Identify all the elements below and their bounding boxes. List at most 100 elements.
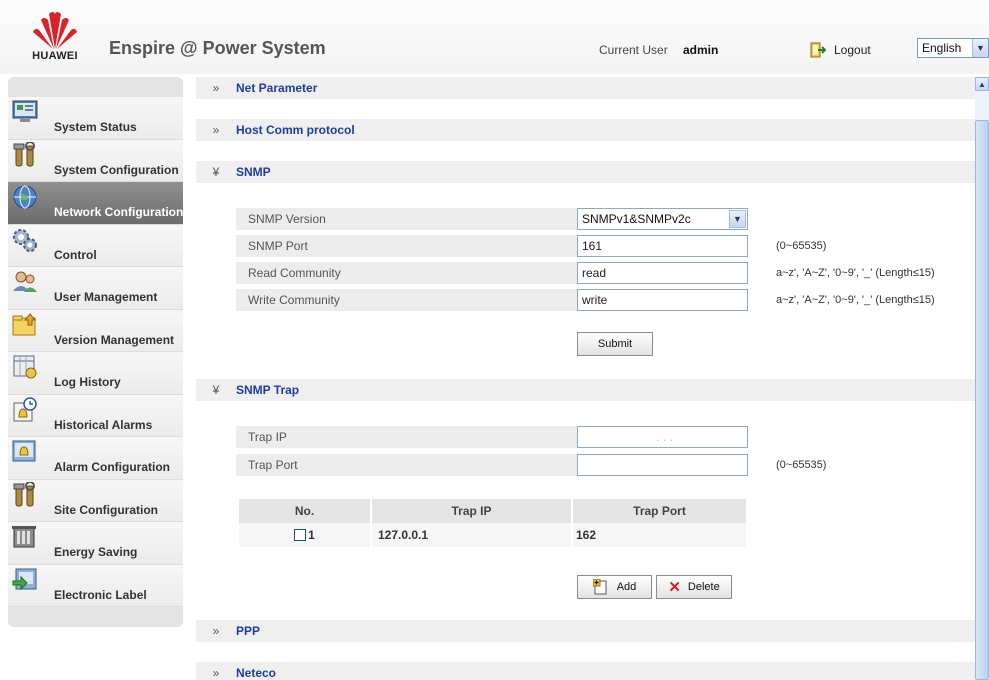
logout-label: Logout: [834, 43, 871, 57]
language-value: English: [922, 41, 962, 55]
sidebar-item-energy-saving[interactable]: Energy Saving: [8, 522, 183, 565]
sidebar-item-system-status[interactable]: System Status: [8, 97, 183, 140]
snmp-version-value: SNMPv1&SNMPv2c: [582, 212, 691, 226]
header-trap-ip: Trap IP: [372, 499, 573, 523]
chevron-down-icon: ▼: [972, 39, 988, 57]
snmp-version-select[interactable]: SNMPv1&SNMPv2c ▼: [577, 208, 748, 230]
sidebar: System Status System Configuration Netwo…: [8, 77, 183, 627]
snmp-port-hint: (0~65535): [776, 240, 827, 252]
trap-port-hint: (0~65535): [776, 459, 827, 471]
sidebar-bottom: [8, 607, 183, 627]
sidebar-item-label: Control: [54, 247, 97, 262]
globe-icon: [13, 185, 37, 209]
delete-button[interactable]: ✕ Delete: [656, 575, 732, 599]
cell-trap-ip: 127.0.0.1: [372, 523, 573, 547]
add-label: Add: [616, 581, 637, 593]
huawei-logo: HUAWEI: [20, 10, 90, 64]
section-title: Neteco: [236, 666, 277, 680]
snmp-port-input[interactable]: 161: [577, 235, 748, 257]
cell-trap-port: 162: [576, 528, 597, 542]
monitor-icon: [12, 100, 38, 122]
sidebar-item-log-history[interactable]: Log History: [8, 352, 183, 395]
vertical-scrollbar[interactable]: ▲: [975, 77, 989, 680]
delete-icon: ✕: [668, 579, 681, 596]
trap-table: No. Trap IP Trap Port 1 127.0.0.1 162: [239, 499, 746, 547]
section-ppp[interactable]: » PPP: [196, 620, 975, 642]
sidebar-item-electronic-label[interactable]: Electronic Label: [8, 564, 183, 607]
sidebar-item-system-configuration[interactable]: System Configuration: [8, 139, 183, 182]
sidebar-item-label: Historical Alarms: [54, 417, 153, 432]
section-title: Host Comm protocol: [236, 123, 355, 137]
scroll-up-arrow-icon[interactable]: ▲: [975, 77, 989, 91]
tools-icon: [13, 141, 35, 166]
chevron-down-icon: ▼: [729, 210, 746, 228]
trap-ip-label: Trap IP: [236, 426, 583, 448]
gears-icon: [13, 228, 37, 252]
current-user-label: Current User: [599, 43, 668, 57]
sidebar-item-control[interactable]: Control: [8, 224, 183, 267]
section-snmp[interactable]: ¥ SNMP: [196, 161, 975, 183]
section-neteco[interactable]: » Neteco: [196, 662, 975, 680]
section-title: SNMP: [236, 165, 271, 179]
log-icon: [13, 355, 37, 379]
table-row: 1 127.0.0.1 162: [239, 523, 746, 547]
logout-button[interactable]: Logout: [810, 40, 871, 60]
table-header: No. Trap IP Trap Port: [239, 499, 746, 523]
add-icon: [592, 579, 607, 595]
trap-port-label: Trap Port: [236, 454, 583, 476]
trap-port-input[interactable]: [577, 454, 748, 476]
trap-ip-input[interactable]: . . .: [577, 426, 748, 448]
alarm-clock-icon: [13, 396, 37, 421]
header-background: [0, 0, 989, 74]
row-number: 1: [308, 528, 315, 542]
sidebar-item-label: Electronic Label: [54, 587, 147, 602]
logout-icon: [810, 42, 826, 58]
sidebar-item-label: System Configuration: [54, 162, 179, 177]
chevron-right-icon: »: [212, 624, 220, 638]
section-host-comm-protocol[interactable]: » Host Comm protocol: [196, 119, 975, 141]
sidebar-item-label: System Status: [54, 120, 137, 134]
sidebar-item-label: Site Configuration: [54, 502, 158, 517]
app-title: Enspire @ Power System: [109, 38, 326, 58]
add-button[interactable]: Add: [577, 575, 652, 599]
chevron-right-icon: »: [212, 123, 220, 137]
sidebar-item-user-management[interactable]: User Management: [8, 267, 183, 310]
header-no: No.: [239, 499, 372, 523]
sidebar-item-network-configuration[interactable]: Network Configuration: [8, 182, 183, 225]
section-title: Net Parameter: [236, 81, 318, 95]
submit-button[interactable]: Submit: [577, 332, 653, 356]
alarm-config-icon: [12, 440, 36, 462]
energy-saving-icon: [12, 526, 36, 548]
sidebar-item-historical-alarms[interactable]: Historical Alarms: [8, 394, 183, 437]
main-content: » Net Parameter » Host Comm protocol ¥ S…: [196, 77, 975, 680]
snmp-port-label: SNMP Port: [236, 235, 583, 257]
tools-icon: [13, 481, 35, 506]
section-title: PPP: [236, 624, 261, 638]
scrollbar-thumb[interactable]: [975, 120, 989, 680]
chevron-down-icon: ¥: [212, 383, 220, 397]
sidebar-item-label: Alarm Configuration: [54, 460, 170, 474]
current-user-name: admin: [683, 43, 719, 57]
chevron-right-icon: »: [212, 81, 220, 95]
section-net-parameter[interactable]: » Net Parameter: [196, 77, 975, 99]
delete-label: Delete: [687, 581, 720, 593]
sidebar-item-label: User Management: [54, 290, 158, 304]
sidebar-item-version-management[interactable]: Version Management: [8, 309, 183, 352]
language-select[interactable]: English ▼: [917, 38, 989, 58]
sidebar-item-alarm-configuration[interactable]: Alarm Configuration: [8, 437, 183, 480]
row-checkbox[interactable]: [294, 529, 307, 541]
read-community-input[interactable]: read: [577, 262, 748, 284]
sidebar-item-label: Network Configuration: [54, 205, 184, 219]
snmp-version-label: SNMP Version: [236, 208, 583, 230]
write-community-input[interactable]: write: [577, 289, 748, 311]
ip-dots: . . .: [656, 430, 673, 444]
sidebar-item-site-configuration[interactable]: Site Configuration: [8, 479, 183, 522]
sidebar-item-label: Energy Saving: [54, 545, 138, 559]
huawei-petals-icon: [33, 12, 77, 49]
write-community-hint: a~z', 'A~Z', '0~9', '_' (Length≤15): [776, 294, 935, 306]
sidebar-item-label: Log History: [54, 375, 121, 389]
section-snmp-trap[interactable]: ¥ SNMP Trap: [196, 379, 975, 401]
header: HUAWEI Enspire @ Power System Current Us…: [0, 0, 989, 76]
sidebar-item-label: Version Management: [54, 332, 175, 347]
section-title: SNMP Trap: [236, 383, 300, 397]
